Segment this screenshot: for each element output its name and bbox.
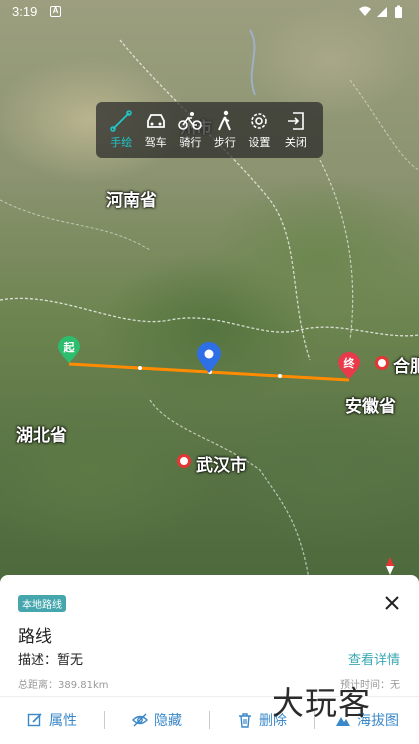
draw-line-icon [109, 110, 133, 132]
end-marker-label: 终 [343, 357, 355, 370]
tool-drive[interactable]: 驾车 [139, 102, 174, 158]
close-icon[interactable] [382, 593, 402, 613]
label-hefei: 合肥 [393, 357, 419, 377]
tool-label: 驾车 [144, 136, 167, 149]
watermark-text: 大玩客 [272, 684, 372, 722]
tool-label: 手绘 [110, 136, 133, 149]
trash-icon [237, 712, 253, 728]
label-wuhan: 武汉市 [196, 456, 247, 476]
status-time: 3:19 [12, 4, 38, 19]
gear-icon [247, 110, 271, 132]
label-henan: 河南省 [106, 191, 157, 211]
route-distance: 总距离：389.81km [18, 680, 109, 691]
bicycle-icon [178, 110, 203, 132]
route-mode-toolbar: 手绘 驾车 骑行 步行 设置 关闭 [96, 102, 323, 158]
tool-bike[interactable]: 骑行 [173, 102, 208, 158]
tool-label: 步行 [213, 136, 236, 149]
route-description: 描述：暂无 [18, 653, 84, 668]
tool-label: 关闭 [284, 136, 307, 149]
city-marker-wuhan[interactable] [177, 454, 191, 468]
edit-icon [27, 712, 43, 728]
route-tag: 本地路线 [18, 595, 66, 612]
battery-icon [395, 7, 402, 18]
compass-icon [386, 557, 394, 575]
properties-label: 属性 [49, 713, 77, 729]
route-title: 路线 [18, 627, 52, 647]
car-icon [144, 110, 168, 132]
wifi-icon [359, 6, 371, 16]
notification-a-icon: A [50, 6, 61, 17]
tool-hand-draw[interactable]: 手绘 [104, 102, 139, 158]
start-marker-label: 起 [63, 341, 75, 354]
hide-label: 隐藏 [154, 713, 182, 729]
tool-settings[interactable]: 设置 [242, 102, 277, 158]
map-boundaries [0, 29, 419, 585]
exit-icon [284, 110, 308, 132]
label-anhui: 安徽省 [345, 397, 396, 417]
status-bar: 3:19 A [0, 0, 419, 24]
view-details-link[interactable]: 查看详情 [348, 649, 400, 668]
tool-walk[interactable]: 步行 [208, 102, 243, 158]
eye-off-icon [132, 712, 148, 728]
city-marker-hefei[interactable] [375, 356, 389, 370]
properties-button[interactable]: 属性 [0, 710, 104, 730]
walk-icon [213, 110, 237, 132]
signal-icon [377, 7, 387, 17]
tool-close[interactable]: 关闭 [277, 102, 315, 158]
system-status-icons [357, 5, 409, 22]
map-view[interactable]: 3:19 A 河南省 湖北省 安徽省 武汉市 合肥 州市 起 终 [0, 0, 419, 585]
start-marker[interactable]: 起 [58, 336, 80, 364]
tool-label: 骑行 [179, 136, 202, 149]
hide-button[interactable]: 隐藏 [105, 710, 209, 730]
end-marker[interactable]: 终 [338, 352, 360, 380]
location-pin-icon[interactable] [197, 342, 221, 374]
tool-label: 设置 [248, 136, 271, 149]
label-hubei: 湖北省 [16, 426, 67, 446]
